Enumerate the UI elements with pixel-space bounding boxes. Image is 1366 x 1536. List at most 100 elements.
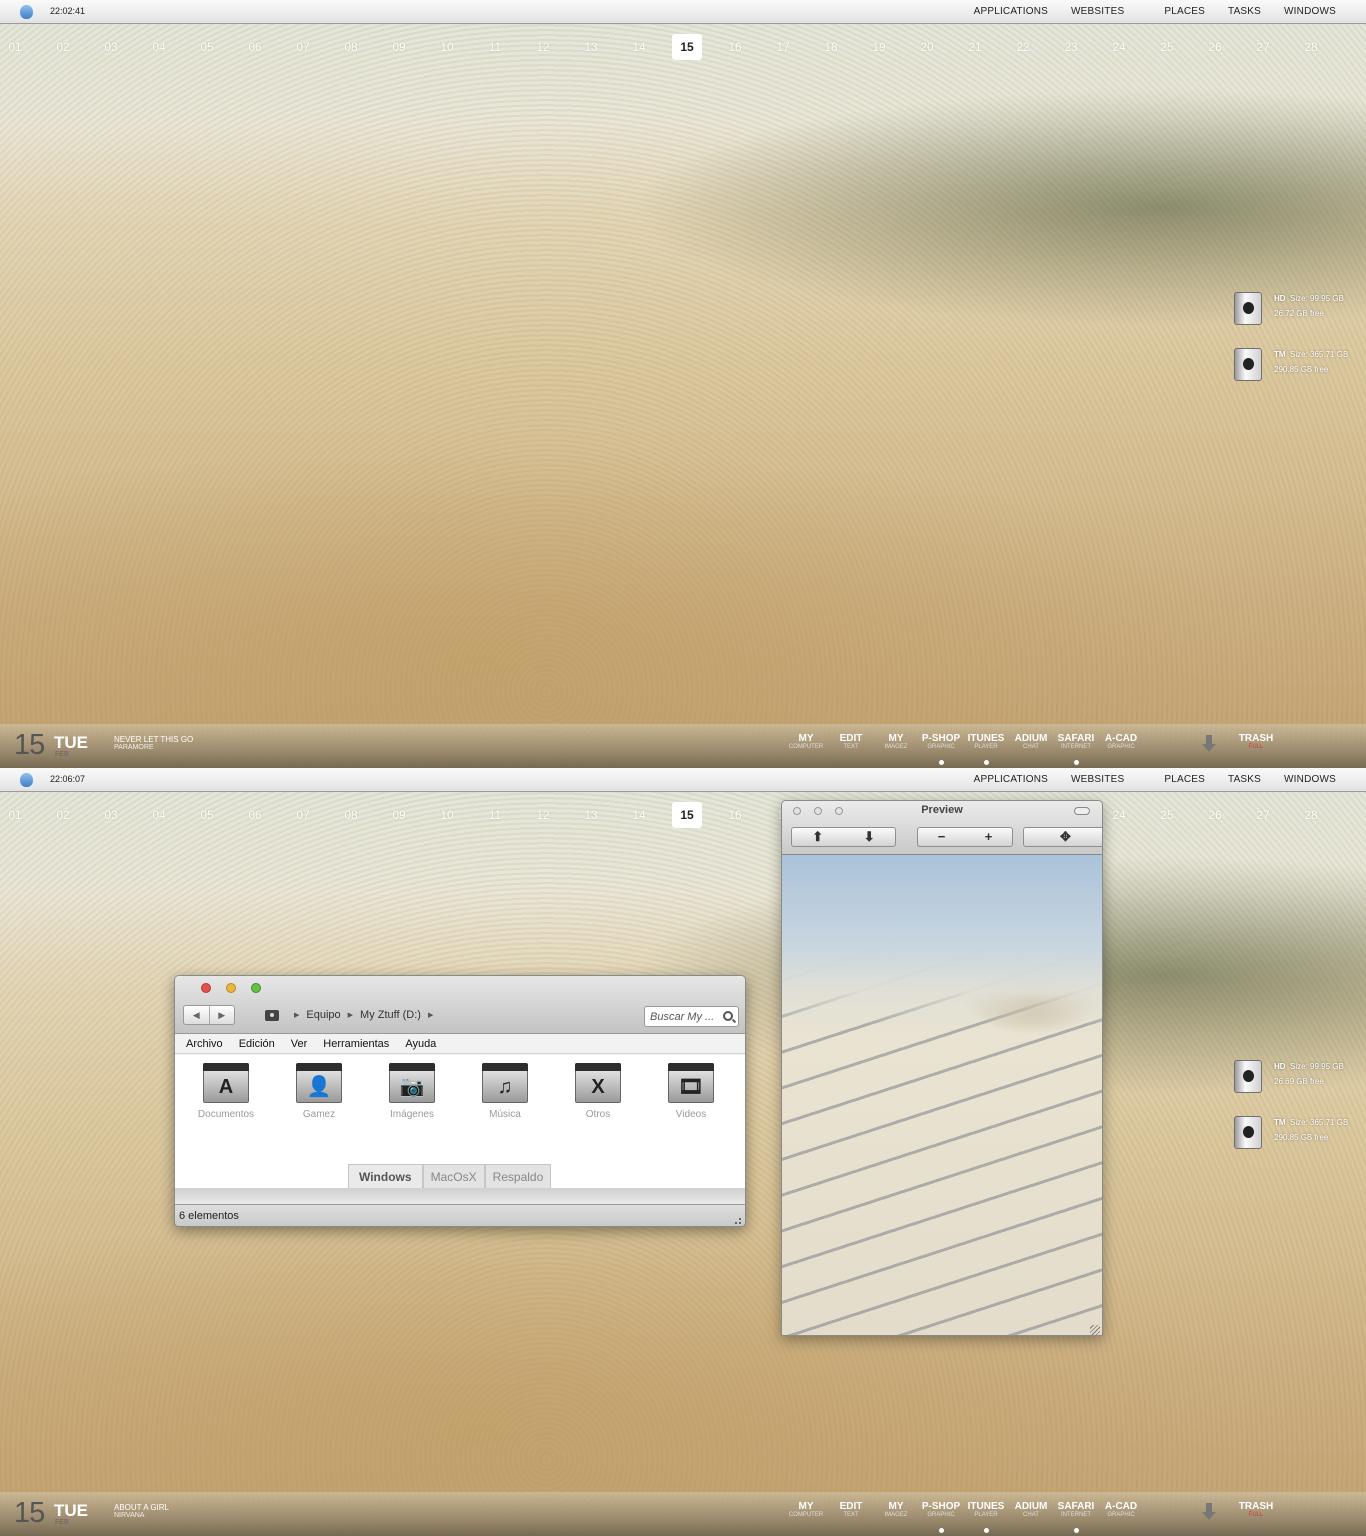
tab-respaldo[interactable]: Respaldo — [484, 1164, 552, 1189]
zoom-out-icon[interactable]: − — [918, 828, 965, 846]
drive-size: HD Size: 99.95 GB — [1274, 294, 1344, 303]
explorer-window[interactable]: ◀ ▶ ▶ Equipo ▶ My Ztuff (D:) ▶ Buscar My… — [174, 975, 746, 1227]
dock-item-adium-chat[interactable]: ADIUM CHAT — [1008, 1501, 1054, 1518]
apple-icon[interactable] — [20, 773, 33, 787]
apple-icon[interactable] — [20, 5, 33, 19]
menu-websites[interactable]: WEBSITES — [1071, 774, 1124, 785]
calendar-day: 06 — [248, 40, 262, 54]
dock-item-p-shop-graphic[interactable]: P-SHOP GRAPHIC — [918, 733, 964, 750]
menu-ver[interactable]: Ver — [291, 1034, 308, 1053]
menu-websites[interactable]: WEBSITES — [1071, 6, 1124, 17]
back-arrow-icon[interactable]: ◀ — [184, 1006, 209, 1024]
menu-applications[interactable]: APPLICATIONS — [974, 6, 1048, 17]
close-button[interactable] — [201, 983, 211, 993]
calendar-today: 15 — [672, 802, 702, 828]
item-count: 6 elementos — [179, 1210, 239, 1222]
chevron-right-icon[interactable]: ▶ — [428, 1011, 433, 1019]
calendar-day: 25 — [1160, 808, 1174, 822]
calendar-day: 27 — [1256, 40, 1270, 54]
zoom-in-icon[interactable]: + — [965, 828, 1012, 846]
dock-item-safari-internet[interactable]: SAFARI INTERNET — [1053, 1501, 1099, 1518]
tab-windows[interactable]: Windows — [348, 1164, 423, 1189]
trash-button[interactable]: TRASH FULL — [1236, 1501, 1276, 1518]
dock-item-my-computer[interactable]: MY COMPUTER — [783, 733, 829, 750]
dock-item-edit-text[interactable]: EDIT TEXT — [828, 1501, 874, 1518]
folder-item[interactable]: 🎞 Videos — [661, 1063, 721, 1120]
wallpaper — [0, 0, 1366, 768]
folder-item[interactable]: X Otros — [568, 1063, 628, 1120]
search-icon[interactable] — [723, 1011, 733, 1021]
running-indicator — [984, 1528, 989, 1533]
breadcrumb-item[interactable]: Equipo — [306, 1009, 340, 1021]
preview-window[interactable]: Preview ⬆ ⬇ − + ✥ — [781, 800, 1103, 1336]
dock-item-itunes-player[interactable]: ITUNES PLAYER — [963, 733, 1009, 750]
previous-page-icon[interactable]: ⬆ — [792, 828, 844, 846]
menu-tasks[interactable]: TASKS — [1228, 6, 1261, 17]
window-title: Preview — [921, 804, 963, 816]
move-tool-icon[interactable]: ✥ — [1024, 828, 1102, 846]
folder-item[interactable]: 📷 Imágenes — [382, 1063, 442, 1120]
resize-grip-icon[interactable] — [735, 1218, 741, 1224]
menu-tasks[interactable]: TASKS — [1228, 774, 1261, 785]
folder-item[interactable]: A Documentos — [196, 1063, 256, 1120]
dock-item-my-computer[interactable]: MY COMPUTER — [783, 1501, 829, 1518]
dock-item-my-imagez[interactable]: MY IMAGEZ — [873, 733, 919, 750]
trash-button[interactable]: TRASH FULL — [1236, 733, 1276, 750]
menu-places[interactable]: PLACES — [1164, 774, 1205, 785]
search-input[interactable]: Buscar My ... — [644, 1006, 739, 1027]
hard-drive-icon[interactable] — [1234, 1060, 1262, 1093]
dock-item-adium-chat[interactable]: ADIUM CHAT — [1008, 733, 1054, 750]
drive-tm[interactable]: TM Size: 365.71 GB 290.85 GB free — [1234, 1116, 1366, 1152]
tab-macosx[interactable]: MacOsX — [422, 1164, 485, 1189]
time-machine-icon[interactable] — [1234, 1116, 1262, 1149]
toolbar-toggle-button[interactable] — [1074, 807, 1090, 815]
calendar-day: 04 — [152, 40, 166, 54]
resize-grip-icon[interactable] — [1090, 1325, 1100, 1335]
calendar-day: 26 — [1208, 808, 1222, 822]
forward-arrow-icon[interactable]: ▶ — [208, 1006, 235, 1024]
menu-archivo[interactable]: Archivo — [186, 1034, 223, 1053]
time-machine-icon[interactable] — [1234, 348, 1262, 381]
drive-hd[interactable]: HD Size: 99.95 GB 26.72 GB free — [1234, 292, 1366, 328]
folder-item[interactable]: 👤 Gamez — [289, 1063, 349, 1120]
dock-item-safari-internet[interactable]: SAFARI INTERNET — [1053, 733, 1099, 750]
dock-item-my-imagez[interactable]: MY IMAGEZ — [873, 1501, 919, 1518]
downloads-icon[interactable] — [1202, 1503, 1216, 1520]
computer-icon[interactable] — [265, 1009, 279, 1021]
calendar-day: 05 — [200, 808, 214, 822]
menu-edicion[interactable]: Edición — [239, 1034, 275, 1053]
back-forward-control[interactable]: ◀ ▶ — [183, 1005, 235, 1025]
dock — [0, 1492, 1366, 1536]
dock-item-p-shop-graphic[interactable]: P-SHOP GRAPHIC — [918, 1501, 964, 1518]
menu-applications[interactable]: APPLICATIONS — [974, 774, 1048, 785]
minimize-button[interactable] — [226, 983, 236, 993]
zoom-button[interactable] — [251, 983, 261, 993]
now-playing-song: ABOUT A GIRL — [114, 1503, 169, 1512]
folder-item[interactable]: ♫ Música — [475, 1063, 535, 1120]
menu-places[interactable]: PLACES — [1164, 6, 1205, 17]
menu-windows[interactable]: WINDOWS — [1284, 6, 1336, 17]
now-playing-artist: PARAMORE — [114, 744, 154, 751]
dock-item-a-cad-graphic[interactable]: A-CAD GRAPHIC — [1098, 733, 1144, 750]
downloads-icon[interactable] — [1202, 735, 1216, 752]
drive-free: 26.69 GB free — [1274, 1077, 1324, 1086]
calendar-day: 03 — [104, 808, 118, 822]
menu-herramientas[interactable]: Herramientas — [323, 1034, 389, 1053]
now-playing-artist: NIRVANA — [114, 1512, 145, 1519]
breadcrumb-item[interactable]: My Ztuff (D:) — [360, 1009, 421, 1021]
menu-bar: 22:02:41 APPLICATIONS WEBSITES PLACES TASKS W… — [0, 0, 1366, 24]
dock-item-itunes-player[interactable]: ITUNES PLAYER — [963, 1501, 1009, 1518]
drive-tm[interactable]: TM Size: 365.71 GB 290.85 GB free — [1234, 348, 1366, 384]
menu-windows[interactable]: WINDOWS — [1284, 774, 1336, 785]
next-page-icon[interactable]: ⬇ — [844, 828, 896, 846]
calendar-day: 07 — [296, 808, 310, 822]
dock-item-edit-text[interactable]: EDIT TEXT — [828, 733, 874, 750]
menu-ayuda[interactable]: Ayuda — [405, 1034, 436, 1053]
app-store-folder-icon: A — [203, 1063, 249, 1103]
dock-item-a-cad-graphic[interactable]: A-CAD GRAPHIC — [1098, 1501, 1144, 1518]
drive-hd[interactable]: HD Size: 99.95 GB 26.69 GB free — [1234, 1060, 1366, 1096]
desktop-screen-1: 22:02:41 APPLICATIONS WEBSITES PLACES TASKS W… — [0, 0, 1366, 768]
user-folder-icon: 👤 — [296, 1063, 342, 1103]
calendar-day: 16 — [728, 40, 742, 54]
hard-drive-icon[interactable] — [1234, 292, 1262, 325]
